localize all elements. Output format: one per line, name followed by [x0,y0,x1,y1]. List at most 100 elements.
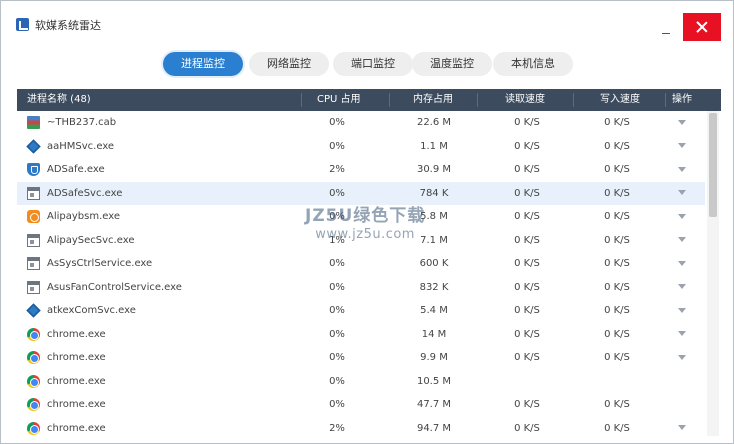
write-speed: 0 K/S [604,328,630,340]
memory-usage: 94.7 M [416,422,452,434]
row-actions-dropdown-icon[interactable] [671,323,693,347]
row-actions-dropdown-icon[interactable] [671,158,693,182]
read-speed: 0 K/S [514,117,540,128]
column-header-memory[interactable]: 内存占用 [413,89,453,111]
read-speed: 0 K/S [514,258,540,269]
read-speed: 0 K/S [514,422,540,434]
memory-usage: 14 M [421,328,447,340]
memory-usage: 5.8 M [420,211,448,222]
read-speed: 0 K/S [514,234,540,246]
memory-usage: 832 K [419,281,449,293]
table-row[interactable]: AsusFanControlService.exe 0% 832 K 0 K/S 0 K… [17,276,705,300]
process-name: aaHMSvc.exe [47,140,115,152]
process-name: ~THB237.cab [47,117,117,128]
row-actions-dropdown-icon[interactable] [671,205,693,229]
read-speed: 0 K/S [514,399,540,410]
memory-usage: 30.9 M [416,164,452,175]
window-title: 软媒系统雷达 [35,19,101,32]
read-speed: 0 K/S [514,164,540,175]
cpu-usage: 0% [329,375,345,387]
table-row[interactable]: AlipaySecSvc.exe 1% 7.1 M 0 K/S 0 K/S [17,229,705,253]
process-name: AlipaySecSvc.exe [47,234,135,246]
cpu-usage: 0% [329,258,345,269]
process-table: ~THB237.cab 0% 22.6 M0 K/S 0 K/S aaHMSvc.exe… [17,111,721,436]
memory-usage: 1.1 M [420,140,448,152]
process-name: Alipaybsm.exe [47,211,121,222]
write-speed [577,370,657,394]
cpu-usage: 0% [329,211,345,222]
table-row[interactable]: Alipaybsm.exe 0% 5.8 M 0 K/S 0 K/S [17,205,705,229]
column-divider [389,93,390,107]
process-name: atkexComSvc.exe [47,305,136,316]
chrome-icon [27,327,40,341]
write-speed: 0 K/S [604,305,630,316]
cab-icon [27,116,40,129]
memory-usage: 22.6 M [416,117,452,128]
tab-temperature-monitor[interactable]: 温度监控 [412,52,492,76]
tab-port-monitor[interactable]: 端口监控 [333,52,413,76]
tab-network-monitor[interactable]: 网络监控 [249,52,329,76]
diamond-icon [26,303,41,318]
read-speed: 0 K/S [514,305,540,316]
row-actions-dropdown-icon[interactable] [671,299,693,323]
column-header-read-speed[interactable]: 读取速度 [505,89,545,111]
app-window: 软媒系统雷达 进程监控 网络监控 端口监控 温度监控 本机信息 进程名称 (48… [0,0,734,444]
minimize-button[interactable] [653,13,679,39]
row-actions-dropdown-icon[interactable] [671,346,693,370]
column-header-name[interactable]: 进程名称 (48) [27,89,91,111]
cpu-usage: 0% [329,187,345,199]
title-bar: 软媒系统雷达 [1,1,733,41]
table-header: 进程名称 (48) CPU 占用 内存占用 读取速度 写入速度 操作 [17,89,721,111]
cpu-usage: 2% [329,164,345,175]
row-actions-dropdown-icon[interactable] [671,276,693,300]
process-name: AsSysCtrlService.exe [47,258,153,269]
write-speed: 0 K/S [604,281,630,293]
scrollbar-thumb[interactable] [709,113,717,217]
table-row[interactable]: ~THB237.cab 0% 22.6 M 0 K/S 0 K/S [17,111,705,135]
row-actions-dropdown-icon[interactable] [671,135,693,159]
write-speed: 0 K/S [604,164,630,175]
column-header-cpu[interactable]: CPU 占用 [317,89,361,111]
write-speed: 0 K/S [604,352,630,363]
table-row[interactable]: ADSafe.exe 2% 30.9 M 0 K/S 0 K/S [17,158,705,182]
table-row[interactable]: ADSafeSvc.exe 0% 784 K 0 K/S 0 K/S [17,181,705,206]
process-name: chrome.exe [47,399,106,410]
table-row[interactable]: chrome.exe 0% 9.9 M 0 K/S 0 K/S [17,346,705,370]
row-actions-dropdown-icon[interactable] [671,182,693,206]
cpu-usage: 0% [329,281,345,293]
tab-system-info[interactable]: 本机信息 [493,52,573,76]
read-speed: 0 K/S [514,140,540,152]
tab-process-monitor[interactable]: 进程监控 [163,52,243,76]
table-row[interactable]: chrome.exe 0% 10.5 M [17,370,705,394]
table-row[interactable]: AsSysCtrlService.exe 0% 600 K 0 K/S 0 K/S [17,252,705,276]
read-speed [487,370,567,394]
cpu-usage: 2% [329,422,345,434]
table-row[interactable]: chrome.exe 2% 94.7 M 0 K/S 0 K/S [17,417,705,437]
column-divider [301,93,302,107]
cpu-usage: 0% [329,140,345,152]
read-speed: 0 K/S [514,211,540,222]
row-actions-dropdown-icon[interactable] [671,417,693,437]
read-speed: 0 K/S [514,281,540,293]
column-divider [477,93,478,107]
read-speed: 0 K/S [514,187,540,199]
alipay-icon [27,210,40,223]
memory-usage: 47.7 M [416,399,452,410]
table-row[interactable]: aaHMSvc.exe 0% 1.1 M 0 K/S 0 K/S [17,135,705,159]
close-button[interactable] [683,13,721,41]
cpu-usage: 0% [329,328,345,340]
vertical-scrollbar[interactable] [707,111,719,436]
chrome-icon [27,421,40,435]
row-actions-dropdown-icon[interactable] [671,111,693,135]
row-actions-dropdown-icon[interactable] [671,229,693,253]
column-header-write-speed[interactable]: 写入速度 [600,89,640,111]
table-row[interactable]: atkexComSvc.exe 0% 5.4 M 0 K/S 0 K/S [17,299,705,323]
cpu-usage: 0% [329,352,345,363]
process-name: chrome.exe [47,352,106,363]
write-speed: 0 K/S [604,399,630,410]
table-row[interactable]: chrome.exe 0% 14 M 0 K/S 0 K/S [17,323,705,347]
table-row[interactable]: chrome.exe 0% 47.7 M 0 K/S 0 K/S [17,393,705,417]
read-speed: 0 K/S [514,352,540,363]
write-speed: 0 K/S [604,140,630,152]
row-actions-dropdown-icon[interactable] [671,252,693,276]
